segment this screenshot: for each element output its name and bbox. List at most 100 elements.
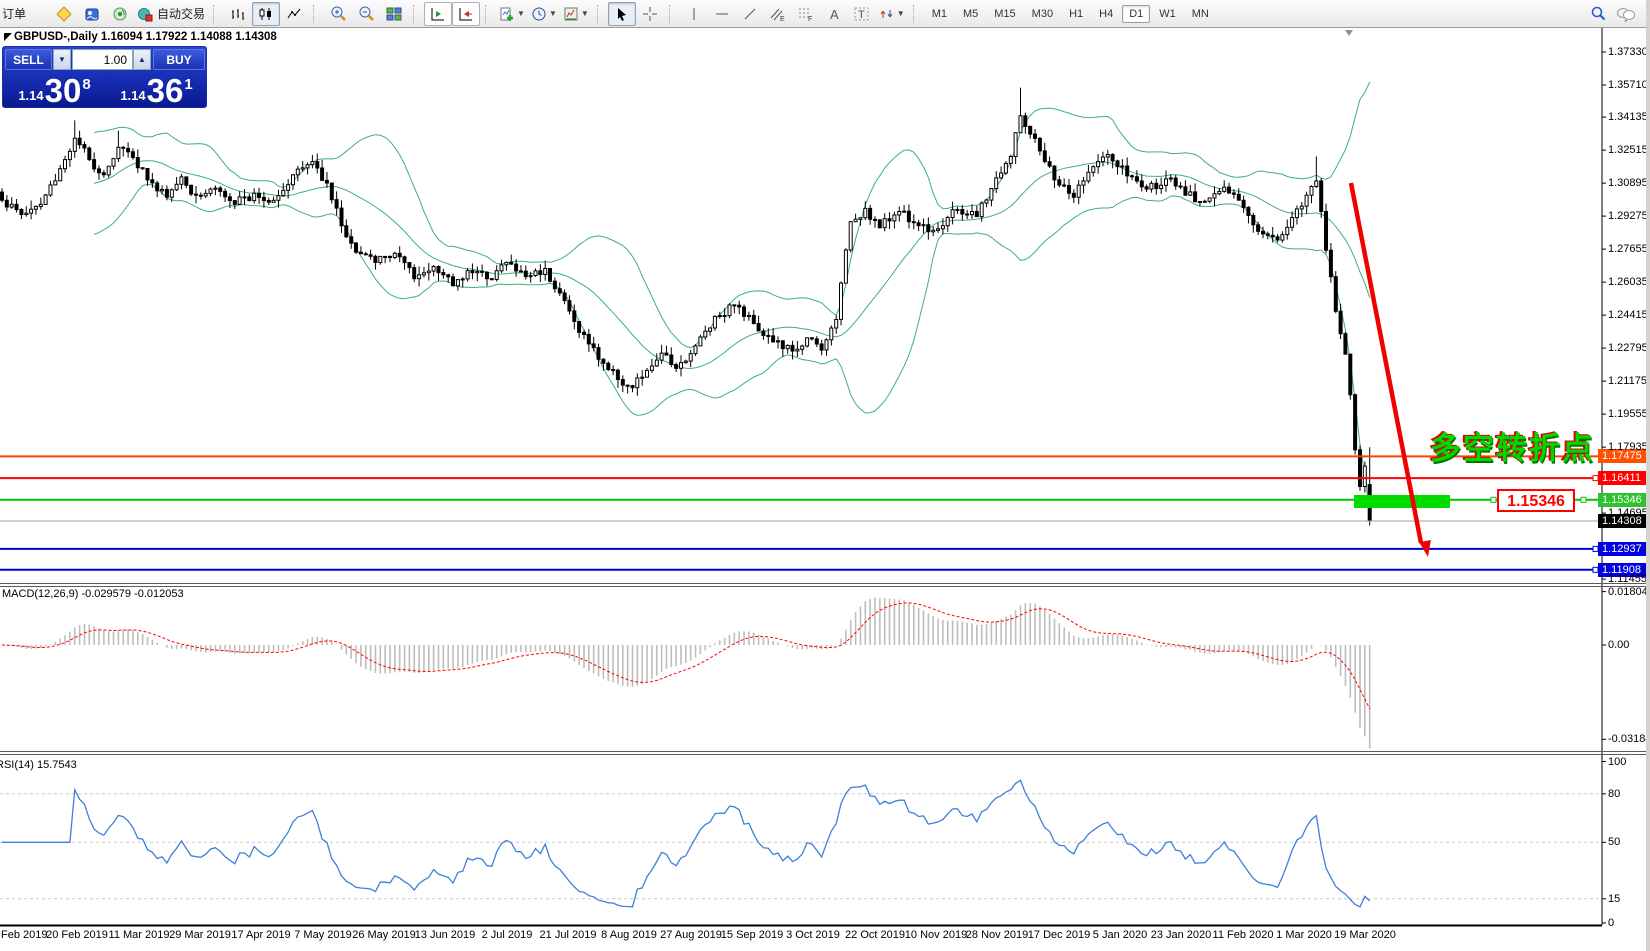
candle-body bbox=[1271, 235, 1274, 237]
candle-body bbox=[403, 257, 406, 263]
candle-body bbox=[1257, 225, 1260, 232]
candle-body bbox=[985, 200, 988, 203]
price-axis-label: 1.19555 bbox=[1608, 408, 1648, 420]
candle-body bbox=[15, 204, 18, 209]
line-handle[interactable] bbox=[1491, 497, 1496, 502]
candle-body bbox=[165, 189, 168, 197]
turning-point-annotation[interactable]: 多空转折点 bbox=[1430, 423, 1595, 468]
candle-body bbox=[1232, 193, 1235, 194]
candle-body bbox=[1053, 166, 1056, 180]
candle-body bbox=[791, 345, 794, 351]
rsi-axis-label: 15 bbox=[1608, 893, 1620, 905]
candle-body bbox=[204, 193, 207, 196]
candle-body bbox=[282, 190, 285, 195]
line-handle[interactable] bbox=[1581, 497, 1586, 502]
candle-body bbox=[893, 215, 896, 221]
candle-body bbox=[534, 271, 537, 276]
buy-price[interactable]: 1.14 36 1 bbox=[107, 72, 206, 107]
candle-body bbox=[539, 271, 542, 275]
price-axis-label: 1.35710 bbox=[1608, 79, 1648, 91]
candle-body bbox=[1082, 181, 1085, 185]
candle-body bbox=[233, 201, 236, 205]
candle-body bbox=[1203, 201, 1206, 202]
candle-body bbox=[684, 361, 687, 363]
volume-decrease-button[interactable]: ▼ bbox=[53, 49, 71, 70]
volume-input[interactable] bbox=[72, 49, 133, 70]
candle-body bbox=[481, 271, 484, 272]
candle-body bbox=[243, 197, 246, 198]
candle-body bbox=[447, 275, 450, 277]
candle-body bbox=[888, 219, 891, 221]
candle-body bbox=[1213, 194, 1216, 198]
candle-body bbox=[941, 226, 944, 229]
candle-body bbox=[946, 218, 949, 226]
candle-body bbox=[694, 346, 697, 354]
candle-body bbox=[136, 158, 139, 168]
candle-body bbox=[456, 280, 459, 286]
candle-body bbox=[966, 214, 969, 215]
green-highlight-bar[interactable] bbox=[1354, 495, 1450, 508]
sell-price[interactable]: 1.14 30 8 bbox=[5, 72, 104, 107]
sell-button[interactable]: SELL bbox=[5, 49, 52, 70]
candle-body bbox=[73, 138, 76, 151]
candle-body bbox=[5, 200, 8, 207]
candle-body bbox=[1135, 177, 1138, 181]
candle-body bbox=[961, 210, 964, 215]
candle-body bbox=[228, 197, 231, 201]
candle-body bbox=[825, 340, 828, 350]
red-trend-arrow[interactable] bbox=[1351, 183, 1421, 543]
candle-body bbox=[636, 378, 639, 388]
buy-button[interactable]: BUY bbox=[153, 49, 205, 70]
candle-body bbox=[738, 305, 741, 307]
date-axis-label: 11 Feb 2020 bbox=[1213, 929, 1274, 941]
volume-increase-button[interactable]: ▲ bbox=[133, 49, 151, 70]
candle-body bbox=[1223, 187, 1226, 191]
chart-expand-icon[interactable] bbox=[4, 33, 12, 41]
candle-body bbox=[1145, 187, 1148, 189]
candle-body bbox=[214, 188, 217, 189]
candle-body bbox=[54, 181, 57, 185]
candle-body bbox=[1034, 134, 1037, 138]
candle-body bbox=[602, 359, 605, 363]
price-axis-label: 1.17935 bbox=[1608, 441, 1648, 453]
candle-body bbox=[616, 370, 619, 379]
candle-body bbox=[665, 353, 668, 355]
candle-body bbox=[325, 180, 328, 183]
candle-body bbox=[655, 360, 658, 366]
candle-body bbox=[156, 183, 159, 191]
sell-price-pips: 30 bbox=[45, 74, 82, 107]
candle-body bbox=[1101, 157, 1104, 162]
candle-body bbox=[1121, 166, 1124, 167]
candle-body bbox=[922, 225, 925, 226]
candle-body bbox=[306, 165, 309, 168]
rsi-label: RSI(14) 15.7543 bbox=[0, 759, 77, 771]
candle-body bbox=[1291, 218, 1294, 228]
candle-body bbox=[1048, 162, 1051, 167]
candle-body bbox=[408, 263, 411, 268]
chart-canvas[interactable] bbox=[0, 0, 1650, 951]
date-axis-label: 11 Mar 2019 bbox=[109, 929, 170, 941]
candle-body bbox=[1126, 166, 1129, 176]
candle-body bbox=[461, 279, 464, 280]
candle-body bbox=[1329, 250, 1332, 277]
candle-body bbox=[25, 213, 28, 214]
candle-body bbox=[432, 267, 435, 272]
candle-body bbox=[1281, 235, 1284, 240]
candle-body bbox=[1009, 157, 1012, 164]
price-flag-label[interactable]: 1.15346 bbox=[1497, 489, 1575, 512]
candle-body bbox=[340, 208, 343, 226]
annotation-layer bbox=[0, 30, 1602, 572]
candle-body bbox=[975, 212, 978, 217]
candle-body bbox=[578, 322, 581, 333]
candle-body bbox=[117, 147, 120, 158]
candle-body bbox=[127, 148, 130, 151]
candle-body bbox=[422, 273, 425, 275]
candle-body bbox=[345, 226, 348, 237]
candle-body bbox=[796, 349, 799, 351]
candle-body bbox=[713, 316, 716, 328]
date-axis-label: 17 Apr 2019 bbox=[231, 929, 290, 941]
candle-body bbox=[781, 341, 784, 349]
candle-body bbox=[912, 222, 915, 223]
candle-body bbox=[1155, 183, 1158, 188]
candle-body bbox=[350, 237, 353, 243]
